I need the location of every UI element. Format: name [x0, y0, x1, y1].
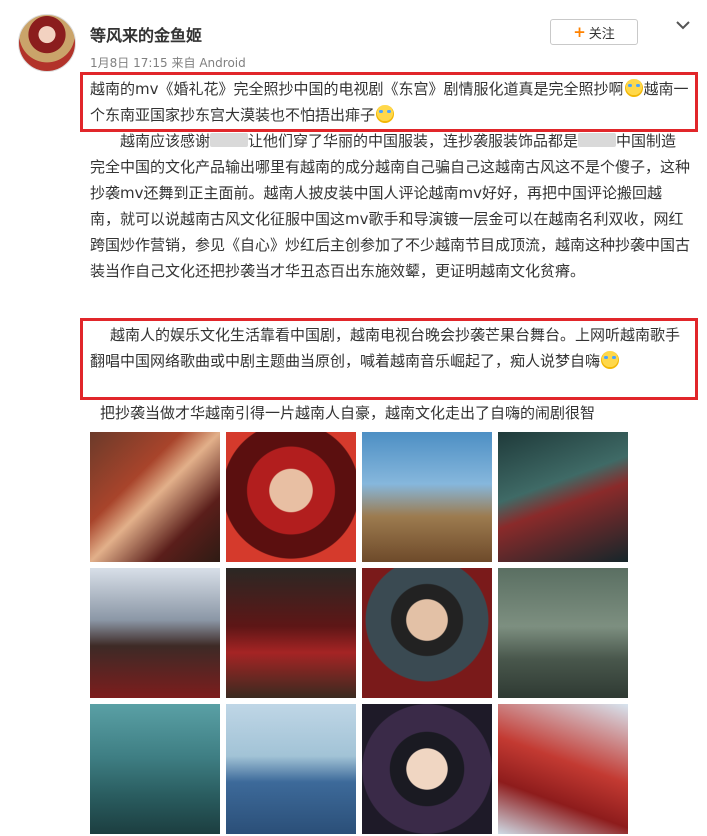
- username[interactable]: 等风来的金鱼姬: [90, 22, 202, 46]
- avatar[interactable]: [18, 14, 76, 72]
- paragraph-4: 把抄袭当做才华越南引得一片越南人自豪，越南文化走出了自嗨的闹剧很智: [100, 404, 596, 422]
- photo-4[interactable]: [498, 432, 628, 562]
- paragraph-2-text-b: 让他们穿了华丽的中国服装，连抄袭服装饰品都是: [248, 132, 579, 150]
- plus-icon: +: [573, 23, 586, 41]
- post-date[interactable]: 1月8日 17:15: [90, 56, 168, 70]
- paragraph-1-text-a: 越南的mv《婚礼花》完全照抄中国的电视剧《东宫》剧情服化道真是完全照抄啊: [90, 80, 624, 98]
- follow-label: 关注: [588, 26, 615, 42]
- crying-laughing-emoji-icon: [376, 105, 395, 123]
- photo-2[interactable]: [226, 432, 356, 562]
- redacted-blur: [578, 133, 617, 147]
- paragraph-2: 越南应该感谢 让他们穿了华丽的中国服装，连抄袭服装饰品都是 中国制造完全中国的文化产…: [90, 128, 690, 284]
- photo-5[interactable]: [90, 568, 220, 698]
- crying-laughing-emoji-icon: [624, 79, 643, 97]
- photo-11[interactable]: [362, 704, 492, 834]
- photo-3[interactable]: [362, 432, 492, 562]
- paragraph-3: 越南人的娱乐文化生活靠看中国剧，越南电视台晚会抄袭芒果台舞台。上网听越南歌手翻唱…: [90, 322, 690, 374]
- photo-1[interactable]: [90, 432, 220, 562]
- crying-laughing-emoji-icon: [601, 351, 620, 369]
- photo-12[interactable]: [498, 704, 628, 834]
- chevron-down-icon[interactable]: [674, 16, 692, 34]
- photo-6[interactable]: [226, 568, 356, 698]
- follow-button[interactable]: + 关注: [550, 19, 638, 45]
- photo-8[interactable]: [498, 568, 628, 698]
- paragraph-1: 越南的mv《婚礼花》完全照抄中国的电视剧《东宫》剧情服化道真是完全照抄啊 越南一个…: [90, 76, 690, 128]
- paragraph-3-text: 越南人的娱乐文化生活靠看中国剧，越南电视台晚会抄袭芒果台舞台。上网听越南歌手翻唱…: [90, 326, 681, 370]
- post-source: Android: [199, 56, 246, 70]
- post-meta: 1月8日 17:15 来自 Android: [90, 54, 246, 71]
- source-prefix: 来自: [171, 56, 196, 70]
- paragraph-2-text-c: 中国制造完全中国的文化产品输出哪里有越南的成分越南自己骗自己这越南古风这不是个傻…: [90, 132, 691, 280]
- photo-7[interactable]: [362, 568, 492, 698]
- redacted-blur: [210, 133, 249, 147]
- paragraph-2-text-a: 越南应该感谢: [120, 132, 211, 150]
- photo-10[interactable]: [226, 704, 356, 834]
- photo-9[interactable]: [90, 704, 220, 834]
